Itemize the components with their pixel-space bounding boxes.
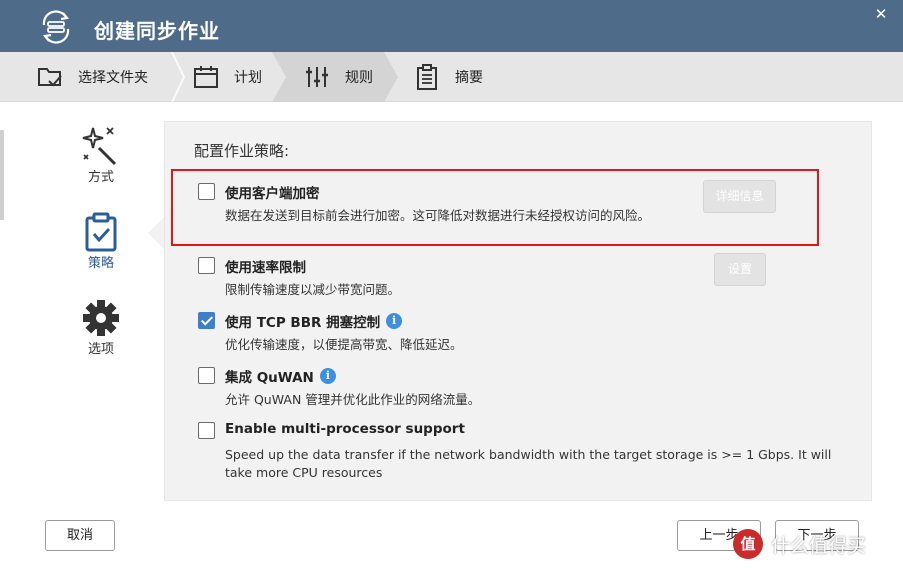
sidenav-label: 选项	[87, 342, 114, 357]
step-rules[interactable]: 规则	[303, 52, 373, 102]
cancel-button[interactable]: 取消	[45, 520, 115, 551]
clipboard-check-icon	[85, 212, 117, 252]
option-description: Speed up the data transfer if the networ…	[225, 447, 832, 480]
option-label: Enable multi-processor support	[225, 421, 465, 437]
client-encryption-checkbox[interactable]	[198, 183, 215, 200]
step-schedule[interactable]: 计划	[192, 52, 262, 102]
settings-button[interactable]: 设置	[714, 253, 766, 286]
sidenav-item-method[interactable]: 方式	[66, 124, 136, 185]
option-label-text: 使用客户端加密	[225, 186, 320, 202]
info-icon[interactable]: i	[319, 368, 336, 384]
option-description: 数据在发送到目标前会进行加密。这可降低对数据进行未经授权访问的风险。	[225, 208, 651, 223]
sync-job-icon	[42, 10, 70, 44]
multi-processor-checkbox[interactable]	[198, 422, 215, 439]
tcp-bbr-checkbox[interactable]	[198, 312, 215, 329]
folder-check-icon	[38, 68, 62, 87]
panel-pointer	[148, 217, 164, 249]
step-summary[interactable]: 摘要	[413, 52, 483, 102]
option-description: 允许 QuWAN 管理并优化此作业的网络流量。	[225, 392, 481, 407]
sidenav-item-policy[interactable]: 策略	[66, 212, 136, 271]
option-description: 优化传输速度，以便提高带宽、降低延迟。	[225, 337, 463, 352]
option-label: 集成 QuWAN i	[225, 366, 336, 386]
option-label-text: Enable multi-processor support	[225, 421, 465, 437]
watermark-badge-icon: 值	[733, 529, 763, 559]
magic-wand-icon	[82, 127, 117, 166]
option-label: 使用 TCP BBR 拥塞控制 i	[225, 311, 403, 331]
option-label-text: 集成 QuWAN	[225, 370, 314, 386]
option-description: 限制传输速度以减少带宽问题。	[225, 282, 401, 297]
calendar-icon	[194, 66, 218, 88]
watermark-text: 什么值得买	[771, 534, 867, 557]
sliders-icon	[306, 67, 328, 87]
sidenav-label: 方式	[87, 170, 114, 185]
watermark: 值 什么值得买	[733, 528, 866, 560]
step-label: 规则	[345, 70, 373, 86]
details-button[interactable]: 详细信息	[703, 180, 776, 213]
option-label: 使用客户端加密	[225, 182, 320, 202]
option-label-text: 使用速率限制	[225, 260, 306, 276]
step-select-folder[interactable]: 选择文件夹	[36, 52, 148, 102]
section-title: 配置作业策略:	[194, 142, 290, 160]
sidenav-item-options[interactable]: 选项	[66, 298, 136, 357]
step-label: 计划	[234, 70, 262, 86]
option-label-text: 使用 TCP BBR 拥塞控制	[225, 315, 381, 331]
window-title: 创建同步作业	[94, 19, 220, 43]
step-label: 摘要	[455, 70, 483, 86]
title-bar: 创建同步作业 ✕	[0, 0, 903, 52]
step-separator-icon	[171, 52, 186, 102]
clipboard-list-icon	[417, 64, 437, 90]
step-bar: 选择文件夹 计划 规则 摘要	[0, 52, 903, 102]
step-label: 选择文件夹	[78, 70, 148, 86]
close-button[interactable]: ✕	[873, 6, 889, 22]
gear-icon	[83, 300, 119, 336]
window-edge	[0, 130, 4, 220]
rate-limit-checkbox[interactable]	[198, 257, 215, 274]
quwan-checkbox[interactable]	[198, 367, 215, 384]
info-icon[interactable]: i	[386, 313, 403, 329]
sidenav-label: 策略	[87, 256, 114, 271]
option-label: 使用速率限制	[225, 256, 306, 276]
